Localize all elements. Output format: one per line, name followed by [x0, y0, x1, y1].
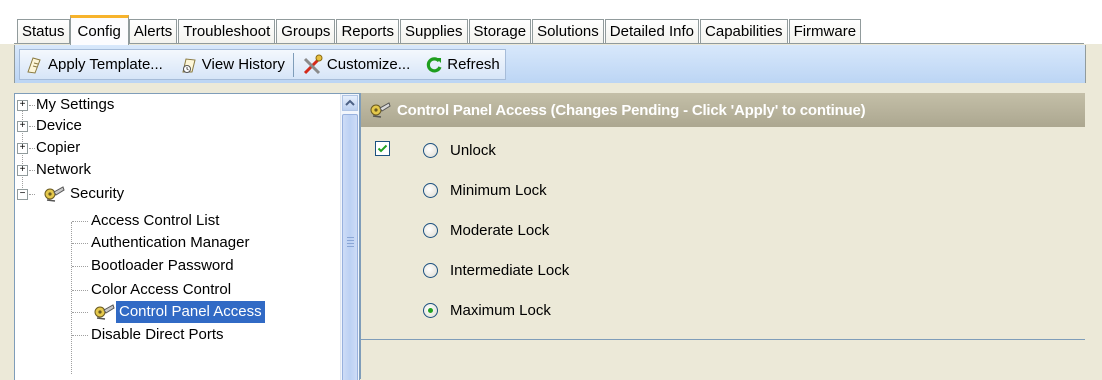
enable-setting-checkbox[interactable] — [375, 141, 390, 156]
option-label: Unlock — [450, 141, 496, 159]
option-intermediate-lock[interactable]: Intermediate Lock — [423, 259, 569, 281]
option-maximum-lock[interactable]: Maximum Lock — [423, 299, 551, 321]
customize-label: Customize... — [326, 56, 411, 73]
tab-solutions[interactable]: Solutions — [532, 19, 604, 43]
option-label: Intermediate Lock — [450, 261, 570, 279]
tree-connector — [29, 148, 35, 149]
tree-connector — [72, 221, 88, 222]
expand-icon[interactable]: + — [17, 143, 28, 154]
template-icon — [27, 56, 41, 74]
option-moderate-lock[interactable]: Moderate Lock — [423, 219, 549, 241]
scroll-thumb[interactable] — [342, 114, 358, 380]
thumb-grip-line — [347, 240, 354, 241]
settings-panel: Control Panel Access (Changes Pending - … — [360, 93, 1085, 379]
tab-strip: Status Config Alerts Troubleshoot Groups… — [0, 0, 1102, 45]
tab-status[interactable]: Status — [17, 19, 70, 43]
tree-item-label: Color Access Control — [91, 281, 232, 298]
history-icon — [182, 57, 196, 73]
view-history-button[interactable]: View History — [174, 51, 290, 78]
tree-connector — [29, 170, 35, 171]
tab-troubleshoot[interactable]: Troubleshoot — [178, 19, 276, 43]
apply-template-button[interactable]: Apply Template... — [20, 51, 168, 78]
option-label: Moderate Lock — [450, 221, 550, 239]
panel-key-icon — [370, 102, 391, 118]
toolbar-group-template: Apply Template... View History Customize… — [19, 49, 506, 80]
tree-connector — [72, 290, 88, 291]
scroll-up-button[interactable] — [342, 95, 358, 111]
apply-template-label: Apply Template... — [48, 56, 163, 73]
collapse-icon[interactable]: − — [17, 189, 28, 200]
expand-icon[interactable]: + — [17, 165, 28, 176]
tab-capabilities[interactable]: Capabilities — [700, 19, 788, 43]
tree-scrollbar[interactable] — [340, 94, 359, 380]
tree-guide-security — [71, 222, 72, 374]
chevron-up-icon — [345, 99, 355, 106]
tree-item-label-selected: Control Panel Access — [116, 301, 265, 323]
radio-button[interactable] — [423, 182, 438, 198]
checkmark-icon — [377, 144, 388, 153]
tree-item-label: Security — [70, 185, 125, 202]
tree-connector — [72, 243, 88, 244]
tree-connector — [72, 312, 88, 313]
tab-supplies[interactable]: Supplies — [399, 19, 468, 43]
tab-config[interactable]: Config — [69, 15, 129, 45]
tree-connector — [72, 266, 88, 267]
radio-button[interactable] — [423, 262, 438, 278]
radio-button[interactable] — [423, 222, 438, 238]
panel-divider — [361, 339, 1085, 340]
tree-connector — [29, 126, 35, 127]
tree-item-label: Device — [36, 117, 82, 134]
tab-list: Status Config Alerts Troubleshoot Groups… — [17, 15, 862, 45]
lock-options: Unlock Minimum Lock Moderate Lock Interm… — [361, 127, 1085, 339]
navigation-tree: + My Settings + Device + Copier + Networ… — [14, 93, 360, 380]
tree-item-label: Authentication Manager — [91, 234, 250, 251]
refresh-label: Refresh — [447, 56, 500, 73]
tab-groups[interactable]: Groups — [276, 19, 336, 43]
security-key-icon — [44, 186, 65, 202]
refresh-icon — [427, 56, 442, 72]
view-history-label: View History — [201, 56, 285, 73]
tab-alerts[interactable]: Alerts — [128, 19, 178, 43]
option-label: Maximum Lock — [450, 301, 551, 319]
option-label: Minimum Lock — [450, 181, 547, 199]
tab-firmware[interactable]: Firmware — [788, 19, 862, 43]
panel-title: Control Panel Access (Changes Pending - … — [397, 101, 866, 119]
thumb-grip-line — [347, 246, 354, 247]
tab-strip-border — [14, 43, 1084, 44]
radio-button-selected[interactable] — [423, 302, 438, 318]
tree-item-label: Bootloader Password — [91, 257, 234, 274]
toolbar-separator — [292, 52, 294, 77]
tab-storage[interactable]: Storage — [468, 19, 532, 43]
tree-item-label: Network — [36, 161, 92, 178]
thumb-grip-line — [347, 243, 354, 244]
tree-item-security[interactable]: − Security — [15, 183, 335, 205]
tree-item-label: Disable Direct Ports — [91, 326, 224, 343]
control-panel-key-icon — [94, 304, 115, 320]
tree-connector — [72, 335, 88, 336]
tree-item-label: My Settings — [36, 96, 115, 113]
option-unlock[interactable]: Unlock — [423, 139, 496, 161]
radio-button[interactable] — [423, 142, 438, 158]
tree-item-control-panel-access[interactable]: Control Panel Access — [15, 301, 315, 323]
tree-item-label: Access Control List — [91, 212, 220, 229]
tree-connector — [29, 105, 35, 106]
customize-button[interactable]: Customize... — [297, 51, 415, 78]
tree-item-label: Copier — [36, 139, 81, 156]
expand-icon[interactable]: + — [17, 121, 28, 132]
option-minimum-lock[interactable]: Minimum Lock — [423, 179, 547, 201]
tab-reports[interactable]: Reports — [336, 19, 399, 43]
panel-header: Control Panel Access (Changes Pending - … — [361, 93, 1085, 127]
customize-icon — [303, 54, 323, 74]
toolbar: Apply Template... View History Customize… — [14, 45, 1086, 83]
refresh-button[interactable]: Refresh — [419, 51, 505, 78]
tab-detailed-info[interactable]: Detailed Info — [604, 19, 700, 43]
tree-connector — [29, 194, 35, 195]
expand-icon[interactable]: + — [17, 100, 28, 111]
thumb-grip-line — [347, 237, 354, 238]
